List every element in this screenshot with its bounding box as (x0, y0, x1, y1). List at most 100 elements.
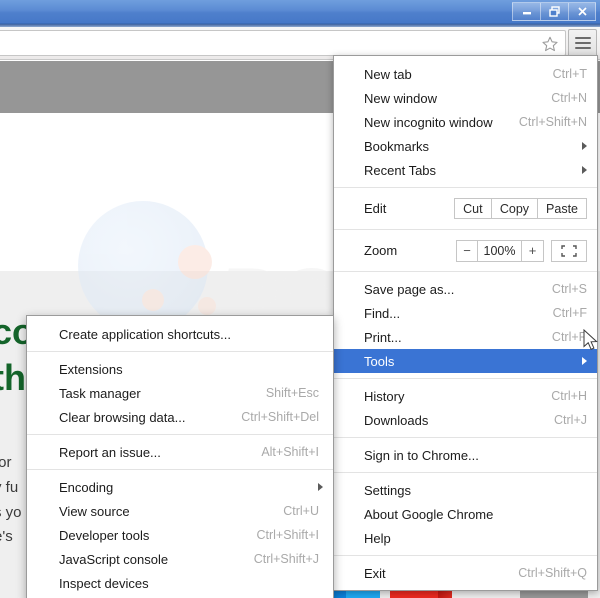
menu-item-shortcut: Shift+Esc (265, 386, 319, 400)
submenu-item-javascript-console[interactable]: JavaScript console Ctrl+Shift+J (27, 547, 333, 571)
submenu-item-task-manager[interactable]: Task manager Shift+Esc (27, 381, 333, 405)
submenu-item-clear-browsing-data[interactable]: Clear browsing data... Ctrl+Shift+Del (27, 405, 333, 429)
minimize-button[interactable] (512, 1, 540, 21)
hamburger-icon-bar (574, 42, 591, 44)
menu-item-exit[interactable]: Exit Ctrl+Shift+Q (334, 561, 597, 585)
page-paragraph-line: y fu (0, 478, 19, 496)
page-paragraph-line: s yo (0, 503, 22, 521)
menu-separator (334, 437, 597, 438)
menu-item-label: Downloads (364, 412, 429, 428)
menu-item-shortcut: Ctrl+Shift+N (518, 115, 587, 129)
menu-item-label: New tab (364, 66, 412, 82)
menu-item-find[interactable]: Find... Ctrl+F (334, 301, 597, 325)
zoom-out-button[interactable]: − (456, 239, 478, 262)
menu-item-label: Print... (364, 329, 402, 345)
fullscreen-button[interactable] (551, 239, 587, 262)
menu-separator (334, 555, 597, 556)
zoom-in-button[interactable]: + (522, 239, 544, 262)
menu-item-recent-tabs[interactable]: Recent Tabs (334, 158, 597, 182)
menu-item-history[interactable]: History Ctrl+H (334, 384, 597, 408)
paste-button[interactable]: Paste (538, 198, 587, 219)
menu-item-label: Tools (364, 353, 395, 369)
menu-item-new-tab[interactable]: New tab Ctrl+T (334, 62, 597, 86)
zoom-button-group: − 100% + (456, 239, 544, 262)
menu-item-shortcut: Ctrl+F (552, 306, 587, 320)
menu-item-shortcut: Ctrl+T (552, 67, 587, 81)
menu-item-print[interactable]: Print... Ctrl+P (334, 325, 597, 349)
menu-item-new-incognito-window[interactable]: New incognito window Ctrl+Shift+N (334, 110, 597, 134)
menu-separator (334, 271, 597, 272)
window-titlebar (0, 0, 600, 24)
zoom-row-label: Zoom (364, 243, 398, 258)
menu-item-shortcut: Alt+Shift+I (261, 445, 319, 459)
close-icon (577, 6, 587, 16)
menu-item-label: Sign in to Chrome... (364, 447, 479, 463)
menu-item-label: Find... (364, 305, 401, 321)
menu-item-help[interactable]: Help (334, 526, 597, 550)
menu-item-tools[interactable]: Tools (334, 349, 597, 373)
chrome-main-menu: New tab Ctrl+T New window Ctrl+N New inc… (333, 55, 598, 591)
menu-item-label: Developer tools (59, 527, 150, 543)
submenu-item-encoding[interactable]: Encoding (27, 475, 333, 499)
menu-item-label: JavaScript console (59, 551, 169, 567)
menu-item-label: Settings (364, 482, 411, 498)
fullscreen-icon (561, 244, 577, 257)
edit-row-label: Edit (364, 201, 387, 216)
chevron-right-icon (318, 483, 323, 491)
menu-item-label: Extensions (59, 361, 123, 377)
submenu-item-extensions[interactable]: Extensions (27, 357, 333, 381)
close-button[interactable] (568, 1, 596, 21)
menu-item-label: Exit (364, 565, 386, 581)
submenu-item-inspect-devices[interactable]: Inspect devices (27, 571, 333, 595)
chevron-right-icon (582, 166, 587, 174)
menu-item-label: View source (59, 503, 130, 519)
edit-button-group: Cut Copy Paste (453, 198, 587, 219)
address-bar[interactable] (0, 30, 566, 56)
menu-item-label: New incognito window (364, 114, 493, 130)
menu-item-label: Bookmarks (364, 138, 430, 154)
menu-item-settings[interactable]: Settings (334, 478, 597, 502)
restore-icon (549, 5, 560, 17)
copy-button[interactable]: Copy (491, 198, 539, 219)
menu-separator (27, 434, 333, 435)
menu-item-label: Create application shortcuts... (59, 326, 231, 342)
zoom-level-value: 100% (478, 239, 522, 262)
menu-row-zoom: Zoom − 100% + (334, 235, 597, 266)
menu-item-bookmarks[interactable]: Bookmarks (334, 134, 597, 158)
menu-item-shortcut: Ctrl+Shift+Q (518, 566, 587, 580)
tools-submenu: Create application shortcuts... Extensio… (26, 315, 334, 598)
menu-item-downloads[interactable]: Downloads Ctrl+J (334, 408, 597, 432)
submenu-item-report-an-issue[interactable]: Report an issue... Alt+Shift+I (27, 440, 333, 464)
submenu-item-create-application-shortcuts[interactable]: Create application shortcuts... (27, 322, 333, 346)
menu-separator (27, 351, 333, 352)
page-paragraph: for y fu s yo e's (0, 451, 22, 550)
menu-item-new-window[interactable]: New window Ctrl+N (334, 86, 597, 110)
submenu-item-developer-tools[interactable]: Developer tools Ctrl+Shift+I (27, 523, 333, 547)
menu-item-save-page-as[interactable]: Save page as... Ctrl+S (334, 277, 597, 301)
menu-item-about-google-chrome[interactable]: About Google Chrome (334, 502, 597, 526)
menu-item-label: Recent Tabs (364, 162, 437, 178)
menu-item-shortcut: Ctrl+N (551, 91, 587, 105)
menu-separator (27, 469, 333, 470)
restore-button[interactable] (540, 1, 568, 21)
menu-item-label: Inspect devices (59, 575, 149, 591)
menu-item-shortcut: Ctrl+Shift+J (253, 552, 319, 566)
page-paragraph-line: for (0, 454, 12, 471)
star-icon[interactable] (541, 35, 559, 53)
menu-item-label: Clear browsing data... (59, 409, 186, 425)
cut-button[interactable]: Cut (453, 198, 492, 219)
menu-item-sign-in-to-chrome[interactable]: Sign in to Chrome... (334, 443, 597, 467)
submenu-item-view-source[interactable]: View source Ctrl+U (27, 499, 333, 523)
page-paragraph-line: e's (0, 528, 13, 546)
menu-item-label: Task manager (59, 385, 141, 401)
window-controls (512, 1, 596, 21)
menu-item-shortcut: Ctrl+S (551, 282, 587, 296)
chevron-right-icon (582, 357, 587, 365)
menu-item-label: About Google Chrome (364, 506, 494, 522)
chrome-menu-button[interactable] (568, 29, 597, 57)
zoom-controls: − 100% + (456, 239, 587, 262)
minimize-icon (522, 12, 531, 15)
browser-window: PCrisk co th for y fu s yo e's New tab C… (0, 0, 600, 598)
menu-item-label: History (364, 388, 405, 404)
hamburger-icon-bar (574, 37, 591, 39)
